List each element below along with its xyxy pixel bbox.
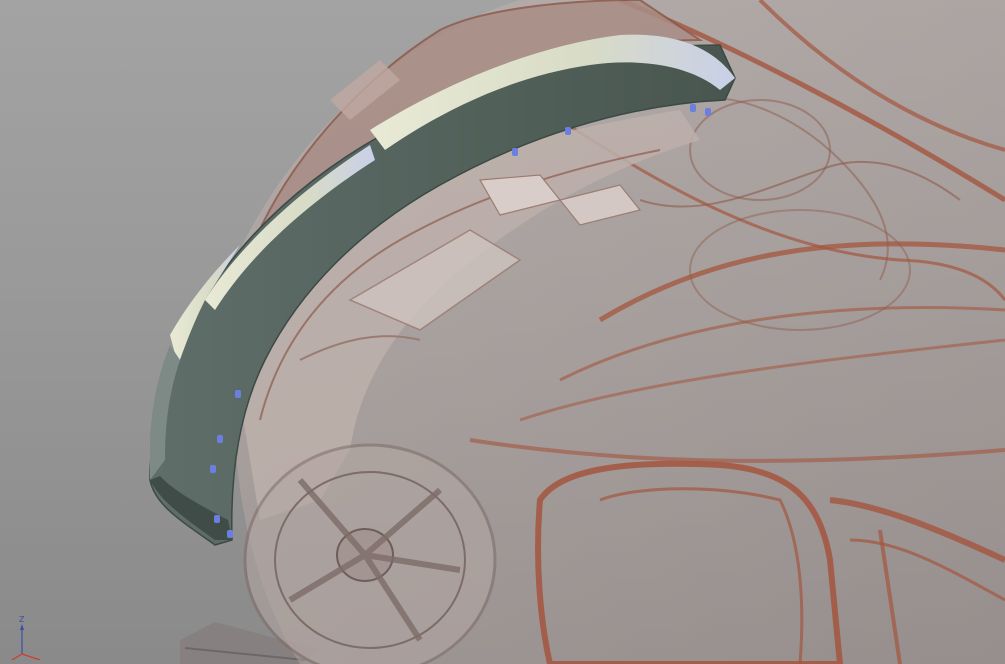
- z-axis-arrow: [20, 624, 24, 630]
- car-model-render[interactable]: [0, 0, 1005, 664]
- z-axis-label: Z: [19, 615, 25, 624]
- 3d-viewport[interactable]: Z: [0, 0, 1005, 664]
- y-axis-line: [11, 653, 23, 660]
- wheel: [243, 443, 497, 664]
- axis-triad: Z: [10, 614, 50, 660]
- x-axis-line: [21, 653, 41, 660]
